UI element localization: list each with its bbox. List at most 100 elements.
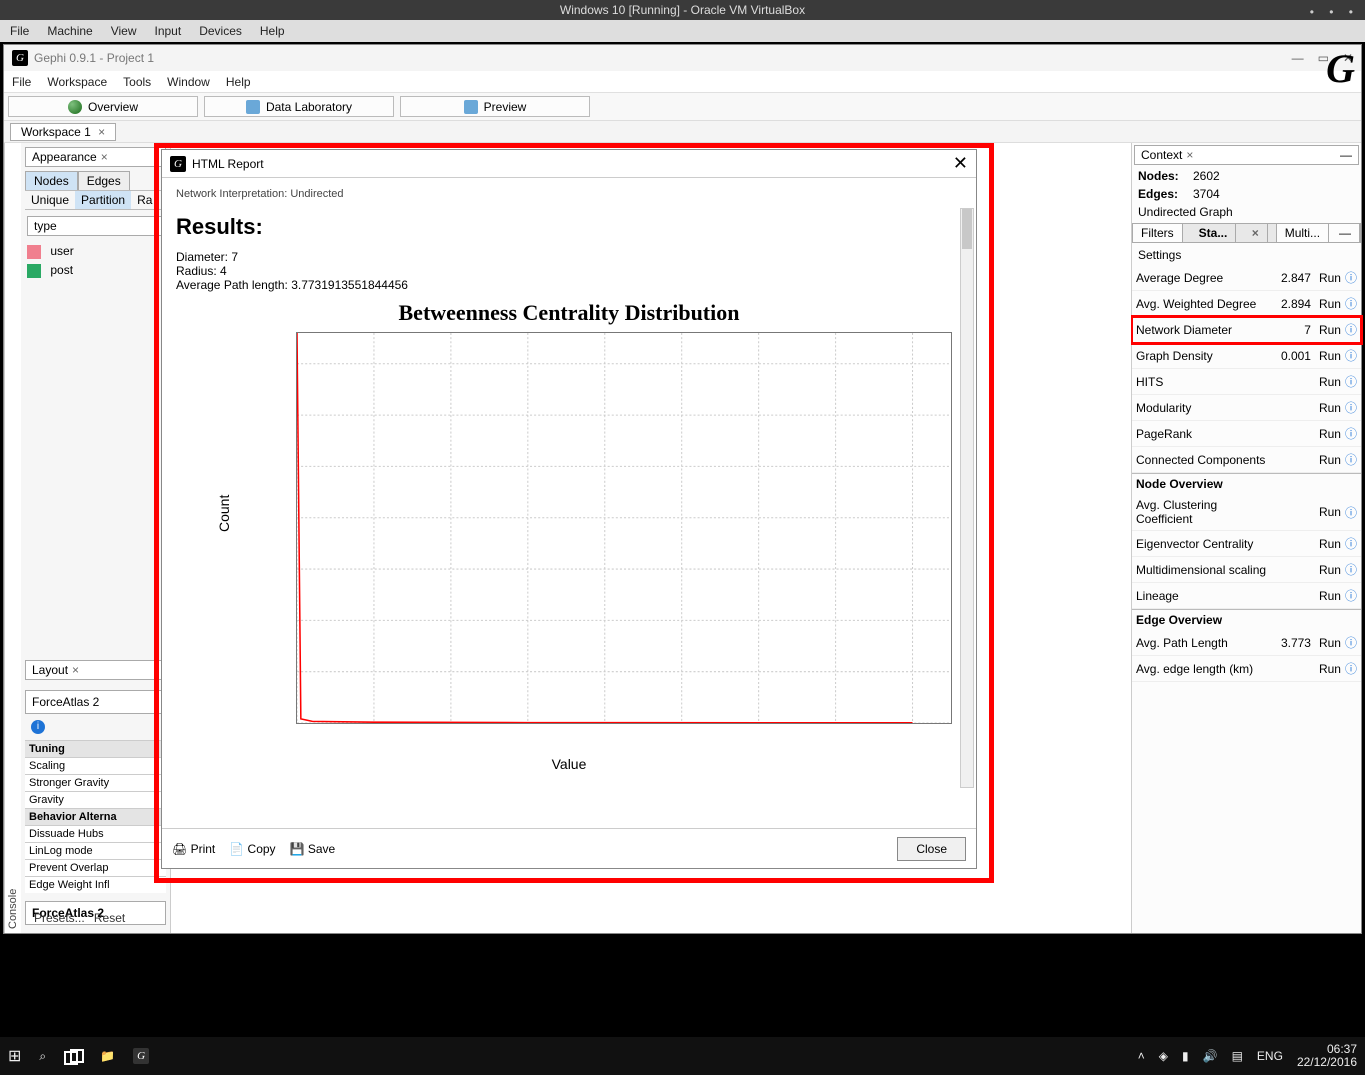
info-icon[interactable]: ⓘ (1345, 295, 1357, 312)
start-button[interactable]: ⊞ (8, 1046, 21, 1066)
save-button[interactable]: 💾 Save (290, 842, 336, 856)
print-button[interactable]: 🖨 Print (172, 842, 215, 856)
tab-datalab[interactable]: Data Laboratory (204, 96, 394, 117)
info-icon[interactable]: ⓘ (1345, 660, 1357, 677)
prop-scaling[interactable]: Scaling (25, 757, 166, 774)
vbox-menu-input[interactable]: Input (155, 22, 182, 40)
dialog-title: HTML Report (192, 157, 264, 171)
chevron-up-icon[interactable]: ˄ (1138, 1049, 1145, 1063)
presets-link[interactable]: Presets... (34, 911, 85, 925)
close-icon[interactable]: × (72, 663, 79, 677)
notifications-icon[interactable]: ▤ (1232, 1049, 1243, 1063)
run-button[interactable]: Run (1315, 323, 1345, 337)
run-button[interactable]: Run (1315, 453, 1345, 467)
menu-window[interactable]: Window (167, 71, 210, 92)
minimize-button[interactable]: — (1292, 51, 1304, 65)
vbox-menu-view[interactable]: View (111, 22, 137, 40)
run-button[interactable]: Run (1315, 427, 1345, 441)
tab-overview[interactable]: Overview (8, 96, 198, 117)
legend-user: user (21, 242, 170, 261)
run-button[interactable]: Run (1315, 297, 1345, 311)
vbox-menu-devices[interactable]: Devices (199, 22, 242, 40)
chart-svg: 0100,000200,000300,000400,000500,000600,… (297, 333, 951, 723)
info-icon[interactable]: ⓘ (1345, 321, 1357, 338)
prop-linlog[interactable]: LinLog mode (25, 842, 166, 859)
tab-filters[interactable]: Filters (1133, 224, 1183, 242)
tab-preview[interactable]: Preview (400, 96, 590, 117)
run-button[interactable]: Run (1315, 636, 1345, 650)
layout-algo-select[interactable]: ForceAtlas 2 (25, 690, 166, 714)
partition-attr-select[interactable]: type (27, 216, 164, 236)
info-icon[interactable]: ⓘ (1345, 634, 1357, 651)
prop-stronger-gravity[interactable]: Stronger Gravity (25, 774, 166, 791)
appearance-tab-edges[interactable]: Edges (78, 171, 130, 190)
tab-statistics[interactable]: Sta... × (1183, 224, 1277, 242)
vbox-window-controls[interactable]: • • • (1310, 2, 1359, 22)
result-diameter: Diameter: 7 (176, 250, 962, 264)
section-node-overview: Node Overview (1132, 473, 1361, 494)
info-icon[interactable]: i (31, 720, 45, 734)
info-icon[interactable]: ⓘ (1345, 561, 1357, 578)
dialog-scrollbar[interactable] (960, 208, 974, 788)
run-button[interactable]: Run (1315, 271, 1345, 285)
close-icon[interactable]: × (101, 150, 108, 164)
vbox-menu-help[interactable]: Help (260, 22, 285, 40)
clock[interactable]: 06:37 22/12/2016 (1297, 1043, 1357, 1069)
task-view-icon[interactable] (64, 1049, 82, 1063)
gephi-taskbar-icon[interactable]: G (133, 1048, 149, 1064)
prop-prevent-overlap[interactable]: Prevent Overlap (25, 859, 166, 876)
search-icon[interactable]: ⌕ (39, 1049, 46, 1064)
scrollbar-thumb[interactable] (962, 209, 972, 249)
battery-icon[interactable]: ▮ (1182, 1049, 1189, 1063)
close-icon[interactable]: × (98, 125, 105, 139)
file-explorer-icon[interactable]: 📁 (100, 1049, 115, 1063)
tab-multi[interactable]: Multi... (1277, 224, 1329, 242)
run-button[interactable]: Run (1315, 505, 1345, 519)
run-button[interactable]: Run (1315, 589, 1345, 603)
workspace-tab[interactable]: Workspace 1 × (10, 123, 116, 141)
close-dialog-button[interactable]: Close (897, 837, 966, 861)
appearance-tab-nodes[interactable]: Nodes (25, 171, 78, 190)
mode-unique[interactable]: Unique (25, 191, 75, 209)
stat-name: Avg. Clustering Coefficient (1136, 498, 1275, 526)
info-icon[interactable]: ⓘ (1345, 347, 1357, 364)
mode-ranking[interactable]: Ra (131, 191, 158, 209)
run-button[interactable]: Run (1315, 537, 1345, 551)
language-indicator[interactable]: ENG (1257, 1049, 1283, 1063)
info-icon[interactable]: ⓘ (1345, 587, 1357, 604)
reset-link[interactable]: Reset (94, 911, 125, 925)
vbox-menu-machine[interactable]: Machine (47, 22, 92, 40)
mode-partition[interactable]: Partition (75, 191, 131, 209)
menu-tools[interactable]: Tools (123, 71, 151, 92)
run-button[interactable]: Run (1315, 349, 1345, 363)
close-button[interactable]: ✕ (953, 153, 968, 174)
info-icon[interactable]: ⓘ (1345, 535, 1357, 552)
appearance-panel-header: Appearance × (25, 147, 166, 167)
menu-help[interactable]: Help (226, 71, 251, 92)
prop-edge-weight[interactable]: Edge Weight Infl (25, 876, 166, 893)
volume-icon[interactable]: 🔊 (1203, 1049, 1218, 1063)
close-icon[interactable]: × (1244, 224, 1268, 242)
network-icon[interactable]: ◈ (1159, 1049, 1168, 1063)
console-tab[interactable]: Console (4, 143, 21, 933)
stat-row: Network Diameter7Runⓘ (1132, 317, 1361, 343)
menu-workspace[interactable]: Workspace (47, 71, 107, 92)
close-icon[interactable]: × (1186, 148, 1193, 162)
info-icon[interactable]: ⓘ (1345, 373, 1357, 390)
run-button[interactable]: Run (1315, 563, 1345, 577)
run-button[interactable]: Run (1315, 401, 1345, 415)
run-button[interactable]: Run (1315, 375, 1345, 389)
info-icon[interactable]: ⓘ (1345, 451, 1357, 468)
run-button[interactable]: Run (1315, 662, 1345, 676)
vbox-menu-file[interactable]: File (10, 22, 29, 40)
x-axis-label: Value (176, 756, 962, 772)
layout-title: Layout (32, 663, 68, 677)
info-icon[interactable]: ⓘ (1345, 504, 1357, 521)
prop-dissuade[interactable]: Dissuade Hubs (25, 825, 166, 842)
copy-button[interactable]: 📄 Copy (229, 842, 275, 856)
info-icon[interactable]: ⓘ (1345, 269, 1357, 286)
info-icon[interactable]: ⓘ (1345, 425, 1357, 442)
info-icon[interactable]: ⓘ (1345, 399, 1357, 416)
prop-gravity[interactable]: Gravity (25, 791, 166, 808)
menu-file[interactable]: File (12, 71, 31, 92)
